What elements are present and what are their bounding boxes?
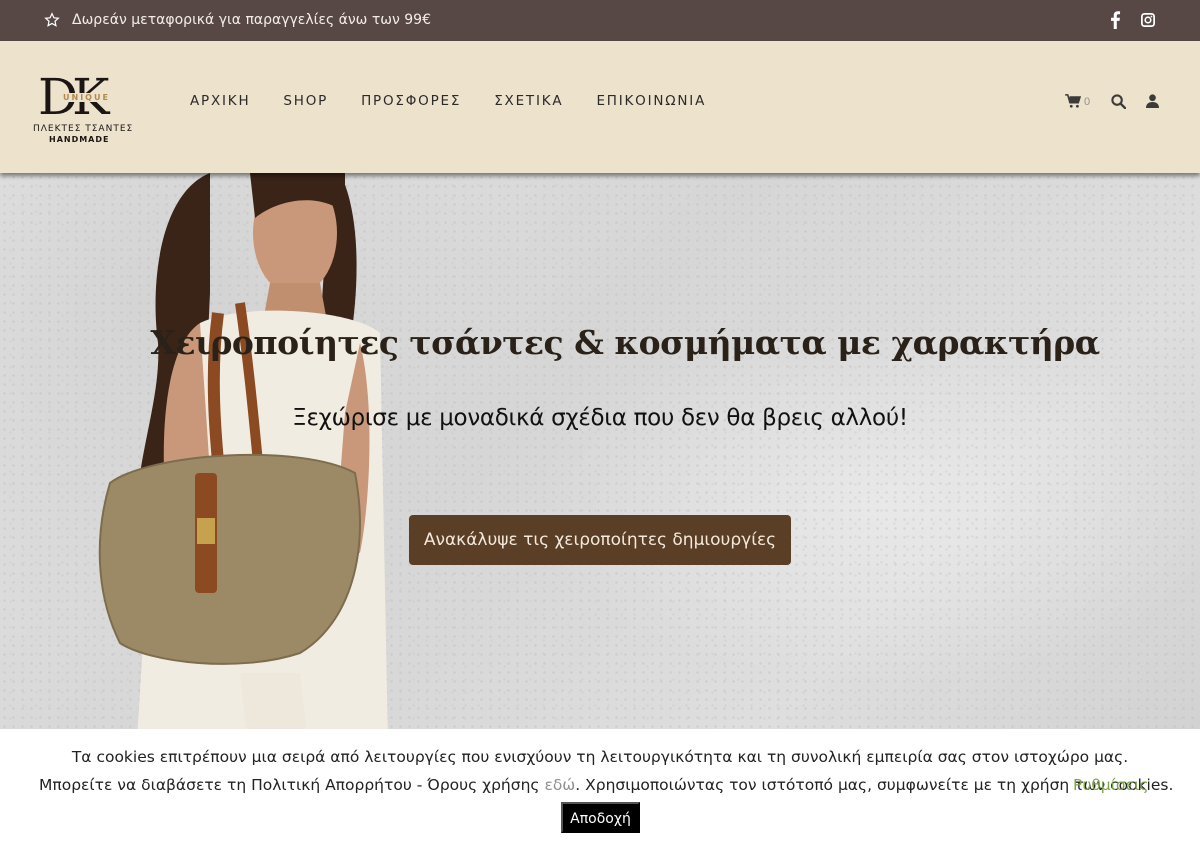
cookie-message: Τα cookies επιτρέπουν μια σειρά από λειτ… [71,748,1129,766]
instagram-icon[interactable] [1141,13,1155,27]
promo-text: Δωρεάν μεταφορικά για παραγγελίες άνω τω… [72,12,431,28]
cookie-policy-prefix: Μπορείτε να διαβάσετε τη Πολιτική Απορρή… [39,776,545,794]
nav-home[interactable]: ΑΡΧΙΚΗ [190,93,250,109]
hero-title: Χειροποίητες τσάντες & κοσμήματα με χαρα… [150,323,1100,362]
cookie-settings-link[interactable]: Ρυθμίσεις [1073,776,1148,794]
top-bar: Δωρεάν μεταφορικά για παραγγελίες άνω τω… [0,0,1200,41]
nav-contact[interactable]: ΕΠΙΚΟΙΝΩΝΙΑ [596,93,706,109]
facebook-icon[interactable] [1109,11,1121,29]
star-icon [44,12,60,27]
privacy-policy-link[interactable]: εδώ [544,776,575,794]
nav-offers[interactable]: ΠΡΟΣΦΟΡΕΣ [361,93,461,109]
cookie-policy-text: Μπορείτε να διαβάσετε τη Πολιτική Απορρή… [39,776,1173,794]
discover-button[interactable]: Ανακάλυψε τις χειροποίητες δημιουργίες [409,515,791,565]
logo-handmade: HANDMADE [49,135,110,144]
nav-shop[interactable]: SHOP [283,93,328,109]
nav-about[interactable]: ΣΧΕΤΙΚΑ [494,93,563,109]
cart-count: 0 [1084,96,1091,108]
site-logo[interactable]: DK UNIQUE ΠΛΕΚΤΕΣ ΤΣΑΝΤΕΣ HANDMADE [30,68,134,146]
site-header: DK UNIQUE ΠΛΕΚΤΕΣ ΤΣΑΝΤΕΣ HANDMADE ΑΡΧΙΚ… [0,41,1200,173]
logo-badge: UNIQUE [62,93,111,102]
logo-tagline: ΠΛΕΚΤΕΣ ΤΣΑΝΤΕΣ [33,124,134,134]
user-icon[interactable] [1146,94,1159,108]
main-nav: ΑΡΧΙΚΗ SHOP ΠΡΟΣΦΟΡΕΣ ΣΧΕΤΙΚΑ ΕΠΙΚΟΙΝΩΝΙ… [190,93,739,109]
cookie-banner: Τα cookies επιτρέπουν μια σειρά από λειτ… [0,729,1200,850]
accept-cookies-button[interactable]: Αποδοχή [561,802,640,833]
cart-icon[interactable] [1065,94,1081,108]
search-icon[interactable] [1111,94,1126,109]
hero-subtitle: Ξεχώρισε με μοναδικά σχέδια που δεν θα β… [292,405,908,431]
